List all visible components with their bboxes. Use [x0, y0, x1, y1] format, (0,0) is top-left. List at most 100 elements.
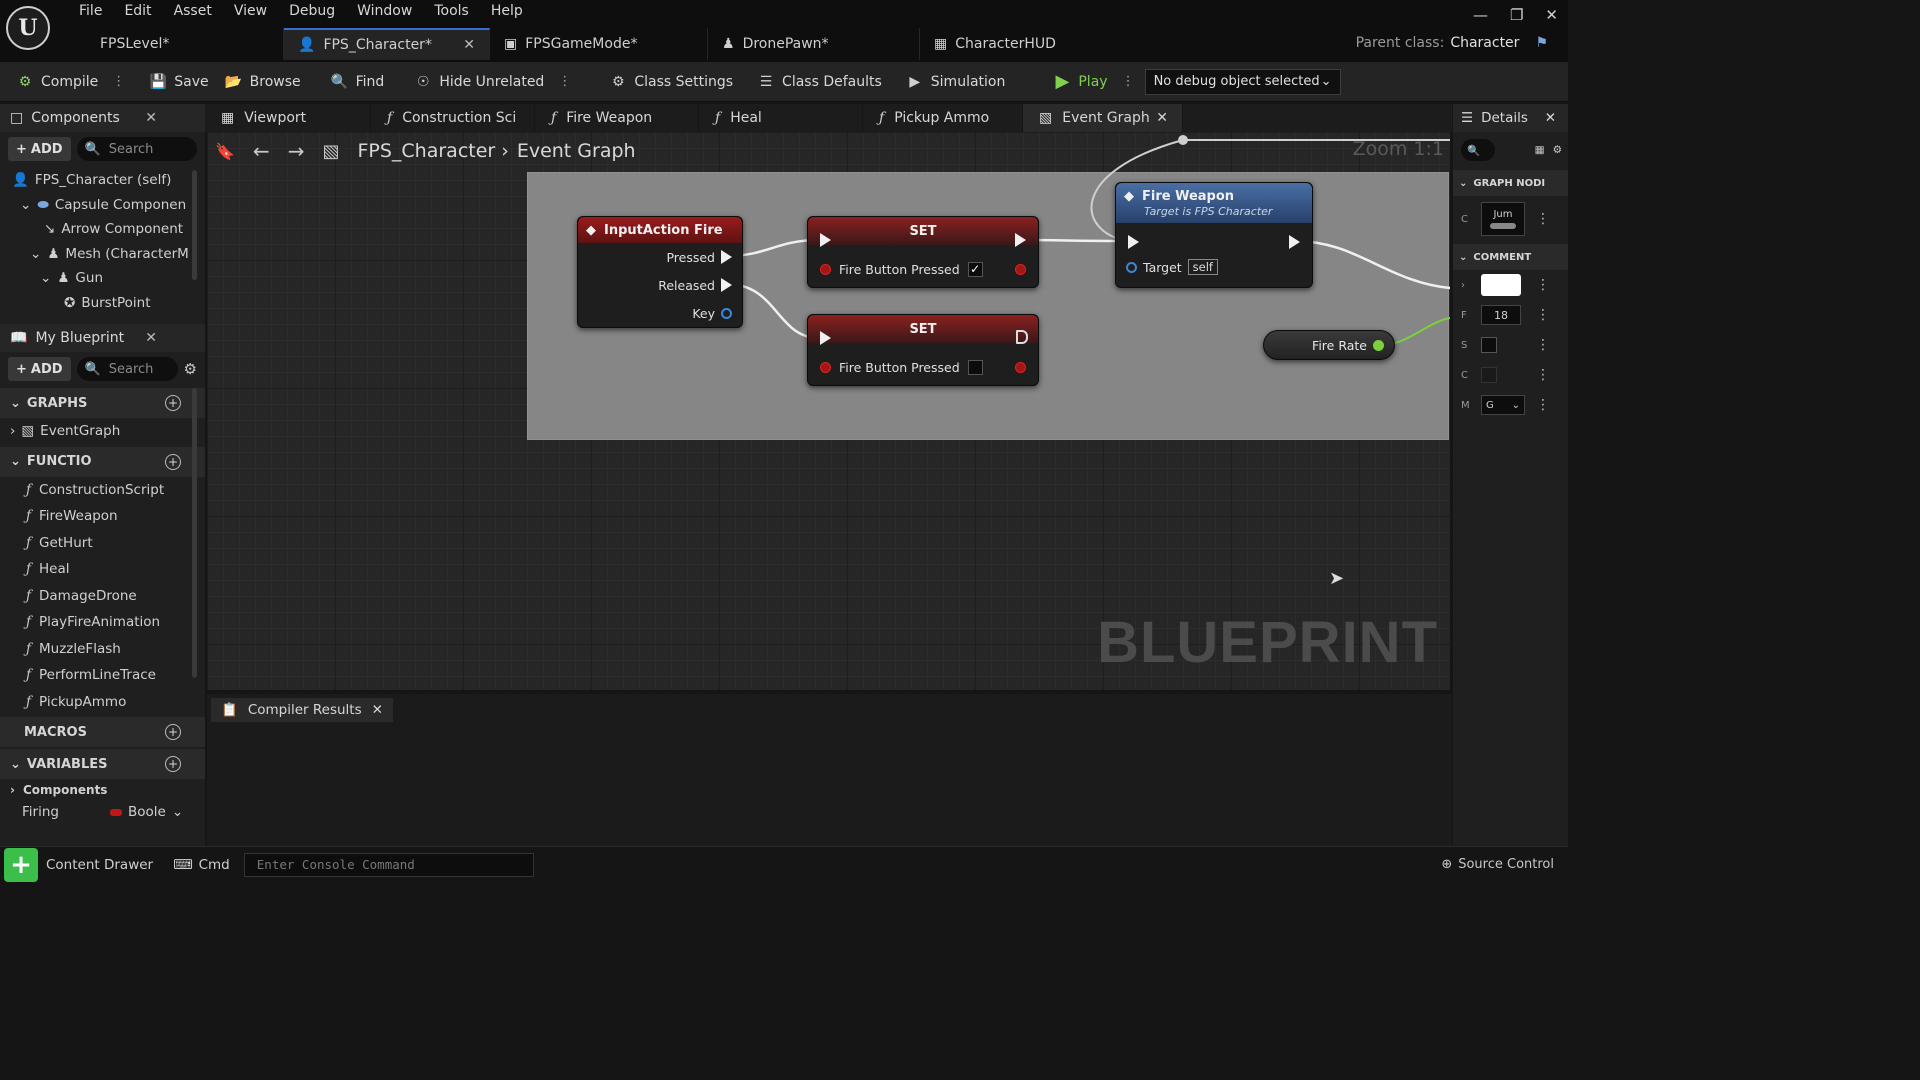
gear-icon[interactable]: ⚙	[184, 360, 197, 378]
add-component-button[interactable]: + ADD	[8, 137, 71, 161]
close-tab-icon[interactable]: ✕	[145, 110, 157, 126]
kebab-icon[interactable]: ⋮	[1536, 277, 1550, 293]
components-scrollbar[interactable]	[192, 170, 197, 280]
menu-debug[interactable]: Debug	[278, 3, 346, 23]
hide-unrelated-button[interactable]: ☉ Hide Unrelated	[406, 66, 552, 98]
play-button[interactable]: ▶ Play	[1045, 66, 1115, 98]
checkbox-checked-icon[interactable]: ✓	[967, 261, 983, 277]
variables-section[interactable]: ⌄ VARIABLES +	[0, 749, 205, 779]
function-item[interactable]: ƒ PlayFireAnimation	[0, 609, 205, 636]
tab-viewport[interactable]: ▦ Viewport	[205, 104, 371, 132]
kebab-icon[interactable]: ⋮	[1536, 307, 1550, 323]
components-tab[interactable]: □ Components ✕	[0, 104, 205, 132]
node-set-released[interactable]: SET Fire Button Pressed	[807, 314, 1039, 386]
checkbox[interactable]	[1481, 337, 1497, 353]
font-size-field[interactable]: 18	[1481, 305, 1521, 325]
chevron-down-icon[interactable]: ⌄	[30, 246, 41, 262]
console-command-input[interactable]: Enter Console Command	[243, 852, 534, 877]
parent-class-value[interactable]: Character	[1450, 35, 1519, 51]
pin-fire-button-pressed[interactable]: Fire Button Pressed	[808, 353, 1038, 381]
close-tab-icon[interactable]: ✕	[145, 330, 157, 346]
close-tab-icon[interactable]: ✕	[463, 37, 475, 53]
variable-category-components[interactable]: › Components	[0, 779, 205, 801]
restore-icon[interactable]: ❐	[1510, 6, 1523, 24]
doc-tab-fps-character[interactable]: 👤 FPS_Character* ✕	[284, 28, 490, 60]
close-icon[interactable]: ✕	[1545, 6, 1558, 24]
menu-file[interactable]: File	[68, 3, 113, 23]
chevron-right-icon[interactable]: ›	[1461, 280, 1473, 291]
doc-tab-fpslevel[interactable]: FPSLevel*	[64, 28, 284, 60]
class-settings-button[interactable]: ⚙ Class Settings	[601, 66, 741, 98]
my-blueprint-search-input[interactable]: 🔍 Search	[76, 357, 178, 381]
chevron-down-icon[interactable]: ⌄	[20, 197, 31, 213]
comment-section[interactable]: ⌄ COMMENT	[1453, 244, 1568, 270]
chevron-down-icon[interactable]: ⌄	[40, 270, 51, 286]
tree-item-self[interactable]: 👤 FPS_Character (self)	[0, 168, 205, 193]
node-fire-rate[interactable]: Fire Rate	[1263, 330, 1395, 360]
move-mode-select[interactable]: G ⌄	[1481, 395, 1525, 415]
node-set-pressed[interactable]: SET Fire Button Pressed ✓	[807, 216, 1039, 288]
add-variable-icon[interactable]: +	[165, 756, 181, 772]
doc-tab-fpsgamemode[interactable]: ▣ FPSGameMode*	[490, 28, 708, 60]
function-item[interactable]: ƒ FireWeapon	[0, 503, 205, 530]
pin-pressed[interactable]: Pressed	[578, 243, 742, 271]
cmd-button[interactable]: ⌨ Cmd	[173, 857, 230, 873]
simulation-button[interactable]: ▶ Simulation	[898, 66, 1014, 98]
add-graph-icon[interactable]: +	[165, 395, 181, 411]
play-options-icon[interactable]: ⋮	[1116, 74, 1141, 89]
menu-asset[interactable]: Asset	[163, 3, 223, 23]
kebab-icon[interactable]: ⋮	[1536, 367, 1550, 383]
float-pin-icon[interactable]	[1373, 339, 1384, 351]
pin-target[interactable]: Target self	[1116, 253, 1312, 281]
details-tab[interactable]: ☰ Details ✕	[1453, 104, 1568, 132]
exec-out-pin-icon[interactable]	[1015, 233, 1026, 247]
pin-released[interactable]: Released	[578, 271, 742, 299]
node-fire-weapon[interactable]: ◆ Fire Weapon Target is FPS Character Tar…	[1115, 182, 1313, 288]
pin-key[interactable]: Key	[578, 299, 742, 327]
tab-heal[interactable]: ƒ Heal	[699, 104, 863, 132]
functions-section[interactable]: ⌄ FUNCTIO +	[0, 446, 205, 477]
menu-tools[interactable]: Tools	[423, 3, 480, 23]
content-drawer-button[interactable]: + Content Drawer	[0, 847, 153, 883]
comment-text-field[interactable]: Jum	[1481, 202, 1525, 236]
table-view-icon[interactable]: ▦	[1535, 144, 1545, 156]
tree-item-gun[interactable]: ⌄ ♟ Gun	[0, 266, 205, 291]
class-defaults-button[interactable]: ☰ Class Defaults	[749, 66, 890, 98]
hide-options-icon[interactable]: ⋮	[552, 74, 577, 89]
checkbox-disabled[interactable]	[1481, 367, 1497, 383]
node-inputaction-fire[interactable]: ◆ InputAction Fire Pressed Released Key	[577, 216, 743, 328]
add-content-icon[interactable]: +	[4, 847, 38, 882]
tree-item-burstpoint[interactable]: ✪ BurstPoint	[0, 291, 205, 316]
function-item[interactable]: ƒ PerformLineTrace	[0, 662, 205, 689]
tree-item-arrow[interactable]: ↘ Arrow Component	[0, 217, 205, 242]
components-search-input[interactable]: 🔍 Search	[76, 137, 197, 161]
tab-construction-script[interactable]: ƒ Construction Sci	[371, 104, 535, 132]
function-item[interactable]: ƒ PickupAmmo	[0, 689, 205, 716]
variable-type[interactable]: Boole ⌄	[110, 804, 183, 820]
tree-item-mesh[interactable]: ⌄ ♟ Mesh (CharacterM	[0, 242, 205, 267]
my-blueprint-scrollbar[interactable]	[192, 388, 197, 678]
details-search-input[interactable]: 🔍	[1461, 139, 1495, 161]
tab-event-graph[interactable]: ▧ Event Graph ✕	[1023, 104, 1183, 132]
function-item[interactable]: ƒ MuzzleFlash	[0, 636, 205, 663]
compiler-results-tab[interactable]: 📋 Compiler Results ✕	[211, 698, 393, 722]
save-button[interactable]: 💾 Save	[141, 66, 216, 98]
variable-item-firing[interactable]: Firing Boole ⌄	[0, 801, 205, 823]
function-item[interactable]: ƒ GetHurt	[0, 530, 205, 557]
minimize-icon[interactable]: —	[1473, 6, 1488, 24]
find-button[interactable]: 🔍 Find	[323, 66, 393, 98]
kebab-icon[interactable]: ⋮	[1536, 337, 1550, 353]
menu-view[interactable]: View	[223, 3, 278, 23]
menu-edit[interactable]: Edit	[113, 3, 162, 23]
function-item[interactable]: ƒ DamageDrone	[0, 583, 205, 610]
unreal-logo[interactable]: U	[6, 6, 50, 50]
compile-button[interactable]: ⚙ Compile	[8, 66, 106, 98]
browse-class-icon[interactable]: ⚑	[1535, 35, 1548, 51]
pin-default-value[interactable]: self	[1187, 259, 1218, 275]
exec-out-pin-icon[interactable]	[1289, 235, 1300, 249]
graph-canvas[interactable]: 🔖 ← → ▧ FPS_Character › Event Graph Zoom…	[207, 132, 1450, 690]
exec-in-pin-icon[interactable]	[1128, 235, 1139, 249]
doc-tab-characterhud[interactable]: ▦ CharacterHUD	[920, 28, 1120, 60]
exec-in-pin-icon[interactable]	[820, 331, 831, 345]
graph-node-section[interactable]: ⌄ GRAPH NODI	[1453, 170, 1568, 196]
